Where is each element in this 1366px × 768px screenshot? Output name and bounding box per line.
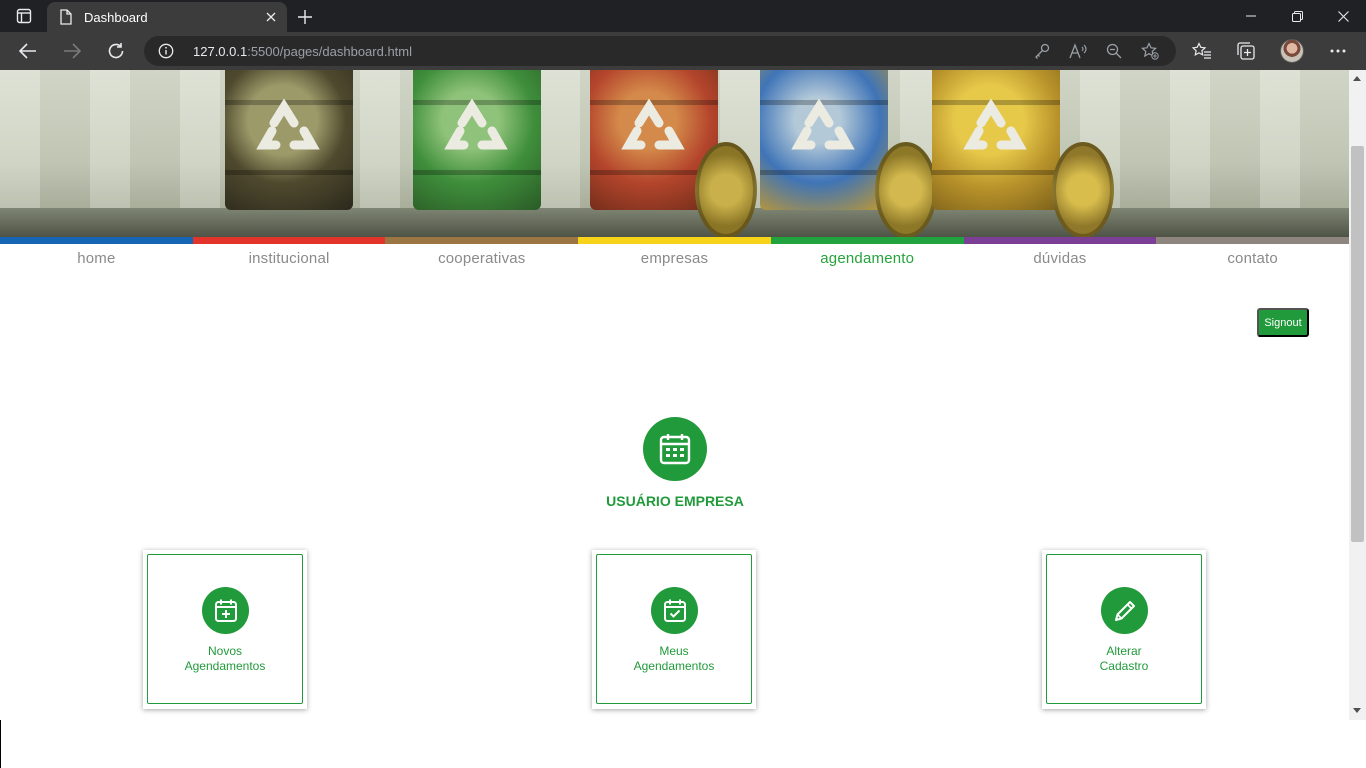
scroll-down-arrow[interactable] (1353, 708, 1361, 713)
browser-tab-bar: Dashboard (0, 0, 1366, 32)
favorites-icon[interactable] (1191, 40, 1213, 62)
card-novos-agendamentos[interactable]: Novos Agendamentos (143, 550, 307, 709)
scroll-up-arrow[interactable] (1353, 76, 1361, 81)
recycle-icon (441, 92, 513, 164)
page-title: USUÁRIO EMPRESA (606, 493, 744, 509)
nav-item-agendamento[interactable]: agendamento (771, 244, 964, 274)
browser-tab[interactable]: Dashboard (47, 2, 287, 32)
calendar-plus-icon (202, 587, 249, 634)
more-icon[interactable] (1327, 40, 1349, 62)
add-favorite-icon[interactable] (1141, 42, 1159, 60)
nav-item-empresas[interactable]: empresas (578, 244, 771, 274)
page-viewport: home institucional cooperativas empresas… (0, 70, 1349, 720)
barrel-lid (695, 142, 757, 237)
close-window-icon[interactable] (1320, 4, 1366, 28)
calendar-icon (643, 417, 707, 481)
zoom-out-icon[interactable] (1105, 42, 1123, 60)
card-frame: Meus Agendamentos (596, 554, 752, 704)
card-frame: Alterar Cadastro (1046, 554, 1202, 704)
desktop-area (0, 720, 1366, 768)
signout-button[interactable]: Signout (1257, 308, 1309, 337)
address-bar[interactable]: 127.0.0.1:5500/pages/dashboard.html (144, 36, 1176, 66)
nav-item-home[interactable]: home (0, 244, 193, 274)
recycle-icon (253, 92, 325, 164)
read-aloud-icon[interactable] (1069, 42, 1087, 60)
recycle-barrel-black (225, 70, 353, 210)
info-icon[interactable] (158, 43, 174, 59)
url-text[interactable]: 127.0.0.1:5500/pages/dashboard.html (193, 44, 412, 59)
strip-segment (963, 237, 1157, 244)
strip-segment (578, 237, 771, 244)
forward-icon[interactable] (58, 38, 86, 64)
calendar-check-icon (651, 587, 698, 634)
banner-floor (0, 208, 1349, 237)
strip-segment (1156, 237, 1349, 244)
card-meus-agendamentos[interactable]: Meus Agendamentos (592, 550, 756, 709)
page-scrollbar[interactable] (1349, 70, 1366, 720)
color-strip (0, 237, 1349, 244)
recycle-barrel-yellow (932, 70, 1060, 210)
strip-segment (192, 237, 386, 244)
nav-item-contato[interactable]: contato (1156, 244, 1349, 274)
recycle-icon (618, 92, 690, 164)
back-icon[interactable] (14, 38, 42, 64)
browser-toolbar: 127.0.0.1:5500/pages/dashboard.html (0, 32, 1366, 70)
recycle-icon (960, 92, 1032, 164)
restore-icon[interactable] (1274, 4, 1320, 28)
strip-segment (770, 237, 964, 244)
strip-segment (385, 237, 579, 244)
document-icon (59, 9, 73, 25)
barrel-lid (875, 142, 937, 237)
main-nav: home institucional cooperativas empresas… (0, 244, 1349, 274)
barrel-lid (1052, 142, 1114, 237)
card-alterar-cadastro[interactable]: Alterar Cadastro (1042, 550, 1206, 709)
key-icon[interactable] (1033, 42, 1051, 60)
card-frame: Novos Agendamentos (147, 554, 303, 704)
nav-item-institucional[interactable]: institucional (193, 244, 386, 274)
tab-title: Dashboard (84, 9, 148, 25)
minimize-icon[interactable] (1228, 4, 1274, 28)
recycle-icon (788, 92, 860, 164)
plus-icon[interactable] (294, 6, 316, 28)
strip-segment (0, 237, 193, 244)
recycle-barrel-blue (760, 70, 888, 210)
pencil-icon (1101, 587, 1148, 634)
card-label: Novos Agendamentos (184, 644, 266, 673)
nav-item-cooperativas[interactable]: cooperativas (385, 244, 578, 274)
nav-item-duvidas[interactable]: dúvidas (964, 244, 1157, 274)
hero-banner-image (0, 70, 1349, 237)
reload-icon[interactable] (102, 38, 130, 64)
sidebar-icon[interactable] (10, 6, 38, 26)
card-label: Meus Agendamentos (633, 644, 715, 673)
profile-avatar[interactable] (1280, 39, 1304, 63)
close-icon[interactable] (263, 9, 279, 25)
card-label: Alterar Cadastro (1099, 644, 1149, 673)
collections-icon[interactable] (1235, 40, 1257, 62)
recycle-barrel-green (413, 70, 541, 210)
scroll-thumb[interactable] (1351, 146, 1364, 542)
